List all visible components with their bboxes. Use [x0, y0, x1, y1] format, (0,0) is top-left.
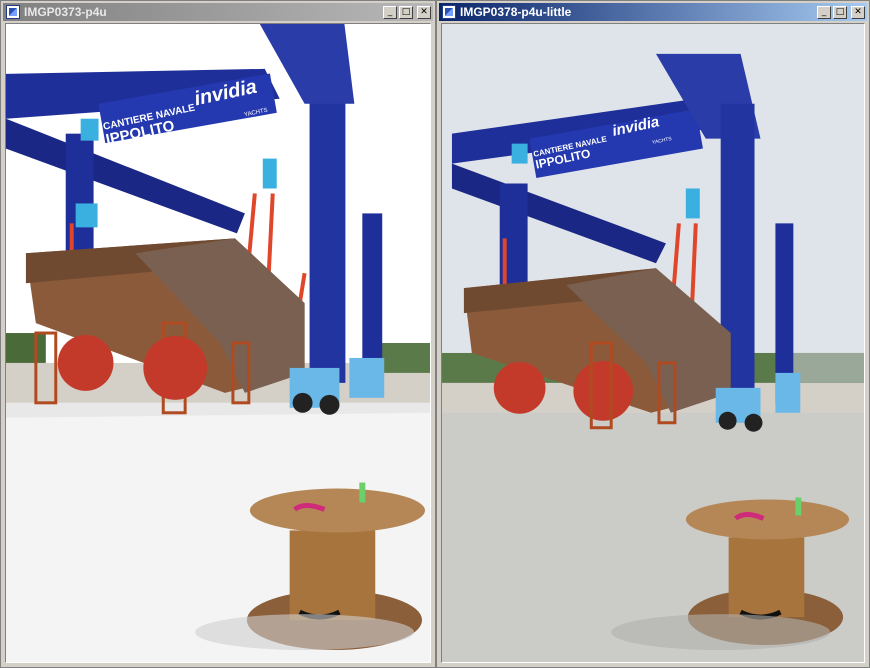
window-title: IMGP0378-p4u-little: [460, 5, 572, 19]
close-button[interactable]: ✕: [417, 5, 431, 19]
app-icon[interactable]: [6, 5, 20, 19]
image-view: CANTIERE NAVALE IPPOLITO invidia YACHTS: [441, 23, 865, 663]
title-bar[interactable]: IMGP0378-p4u-little _ □ ✕: [439, 3, 867, 21]
title-bar[interactable]: IMGP0373-p4u _ □ ✕: [3, 3, 433, 21]
image-window-1[interactable]: IMGP0373-p4u _ □ ✕ CANTIERE NAVALE IPPOL…: [0, 0, 436, 668]
window-title: IMGP0373-p4u: [24, 5, 107, 19]
maximize-button[interactable]: □: [399, 5, 413, 19]
image-window-2[interactable]: IMGP0378-p4u-little _ □ ✕ CANTIERE NAVAL…: [436, 0, 870, 668]
minimize-button[interactable]: _: [817, 5, 831, 19]
app-icon[interactable]: [442, 5, 456, 19]
minimize-button[interactable]: _: [383, 5, 397, 19]
image-view: CANTIERE NAVALE IPPOLITO invidia YACHTS: [5, 23, 431, 663]
maximize-button[interactable]: □: [833, 5, 847, 19]
close-button[interactable]: ✕: [851, 5, 865, 19]
photo-boat-lift: [6, 24, 430, 662]
